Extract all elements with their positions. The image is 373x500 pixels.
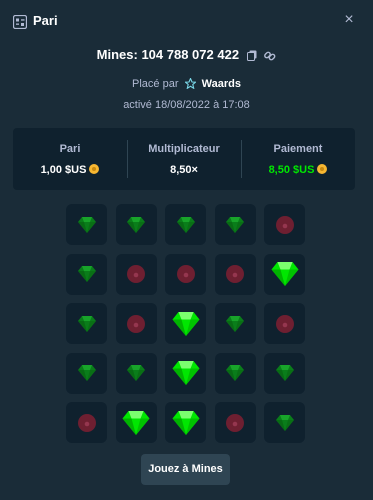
gem-icon — [275, 414, 294, 431]
coin-icon — [317, 164, 328, 174]
grid-tile — [115, 352, 157, 394]
mine-icon — [127, 265, 145, 283]
stat-multiplier-value: 8,50× — [170, 164, 198, 176]
stat-payout-value: 8,50 $US — [268, 164, 315, 176]
grid-tile — [264, 352, 305, 394]
gem-icon — [77, 315, 96, 332]
grid-tile — [66, 303, 107, 344]
gem-icon — [77, 365, 96, 381]
gem-icon — [77, 266, 96, 282]
grid-tile — [264, 303, 305, 344]
gem-icon — [172, 410, 199, 435]
grid-tile — [165, 204, 206, 245]
gem-icon — [77, 216, 96, 233]
placed-by-row: Placé par Waards — [0, 78, 373, 90]
grid-tile — [165, 402, 206, 443]
gem-icon — [122, 410, 150, 435]
gem-icon — [127, 365, 145, 381]
gem-icon — [172, 361, 199, 385]
close-icon[interactable]: × — [341, 12, 357, 28]
grid-tile — [165, 303, 206, 344]
grid-tile — [115, 253, 157, 295]
grid-tile — [264, 253, 305, 295]
bet-id-row: Mines: 104 788 072 422 — [0, 47, 373, 62]
modal-header: Pari × — [0, 0, 373, 44]
mine-icon — [226, 413, 244, 432]
grid-tile — [115, 303, 157, 344]
bet-slip-icon — [13, 15, 27, 29]
bet-stats-panel: Pari 1,00 $US Multiplicateur 8,50× Paiem… — [13, 128, 355, 190]
play-mines-button[interactable]: Jouez à Mines — [141, 454, 230, 485]
grid-tile — [165, 352, 206, 394]
stat-bet-label: Pari — [59, 143, 81, 155]
mine-icon — [275, 215, 294, 234]
grid-tile — [66, 402, 107, 443]
grid-tile — [264, 402, 305, 443]
grid-tile — [214, 402, 256, 443]
mine-icon — [176, 265, 195, 283]
placed-by-label: Placé par — [132, 78, 179, 90]
grid-tile — [165, 253, 206, 295]
stat-payout: Paiement 8,50 $US — [241, 128, 355, 190]
vip-star-icon — [184, 78, 196, 89]
gem-icon — [226, 365, 244, 381]
stat-bet: Pari 1,00 $US — [13, 128, 127, 190]
grid-tile — [66, 352, 107, 394]
stat-payout-value-row: 8,50 $US — [241, 164, 355, 176]
grid-tile — [214, 303, 256, 344]
gem-icon — [226, 315, 244, 332]
grid-tile — [115, 402, 157, 443]
grid-tile — [264, 204, 305, 245]
grid-tile — [66, 204, 107, 245]
grid-tile — [66, 253, 107, 295]
gem-icon — [127, 216, 145, 233]
gem-icon — [275, 365, 294, 381]
user-name[interactable]: Waards — [202, 78, 241, 90]
stat-bet-value-row: 1,00 $US — [13, 164, 127, 176]
grid-tile — [214, 204, 256, 245]
mine-icon — [127, 314, 145, 333]
bet-date: activé 18/08/2022 à 17:08 — [123, 99, 250, 111]
gem-icon — [176, 216, 195, 233]
stat-payout-label: Paiement — [273, 143, 323, 155]
link-icon[interactable] — [264, 50, 276, 62]
coin-icon — [89, 164, 100, 174]
stat-bet-value: 1,00 $US — [40, 164, 87, 176]
copy-icon[interactable] — [246, 50, 257, 62]
grid-tile — [214, 253, 256, 295]
modal-title: Pari — [33, 13, 58, 28]
grid-tile — [214, 352, 256, 394]
mine-icon — [275, 314, 294, 333]
stat-multiplier-label: Multiplicateur — [148, 143, 220, 155]
bet-id: Mines: 104 788 072 422 — [96, 47, 240, 62]
gem-icon — [172, 311, 199, 336]
mine-icon — [226, 265, 244, 283]
grid-tile — [115, 204, 157, 245]
gem-icon — [226, 216, 244, 233]
mine-icon — [77, 413, 96, 432]
stat-multiplier: Multiplicateur 8,50× — [127, 128, 241, 190]
gem-icon — [271, 262, 298, 286]
mines-grid — [66, 204, 306, 444]
